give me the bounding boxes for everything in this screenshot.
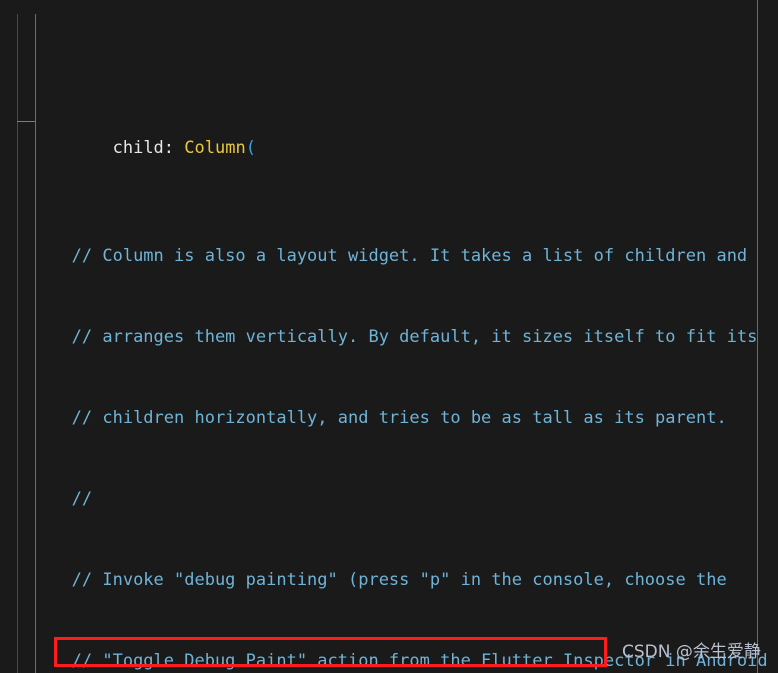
- token-paren: (: [245, 138, 256, 158]
- watermark-text: CSDN @余生爱静: [622, 642, 761, 662]
- code-line[interactable]: // Invoke "debug painting" (press "p" in…: [0, 567, 778, 594]
- token-property: child:: [112, 138, 175, 158]
- code-line[interactable]: // Column is also a layout widget. It ta…: [0, 243, 778, 270]
- code-editor[interactable]: child: Column( // Column is also a layou…: [0, 0, 778, 673]
- token-comment: // Invoke "debug painting" (press "p" in…: [71, 570, 727, 590]
- code-line[interactable]: // children horizontally, and tries to b…: [0, 405, 778, 432]
- code-line[interactable]: // arranges them vertically. By default,…: [0, 324, 778, 351]
- token-comment: // children horizontally, and tries to b…: [71, 408, 727, 428]
- token-comment: // Column is also a layout widget. It ta…: [71, 246, 748, 266]
- token-comment: //: [71, 489, 93, 509]
- code-content[interactable]: child: Column( // Column is also a layou…: [0, 0, 778, 673]
- token-comment: // arranges them vertically. By default,…: [71, 327, 758, 347]
- code-line[interactable]: //: [0, 486, 778, 513]
- token-class-name: Column: [184, 138, 246, 158]
- code-line[interactable]: child: Column(: [0, 108, 778, 158]
